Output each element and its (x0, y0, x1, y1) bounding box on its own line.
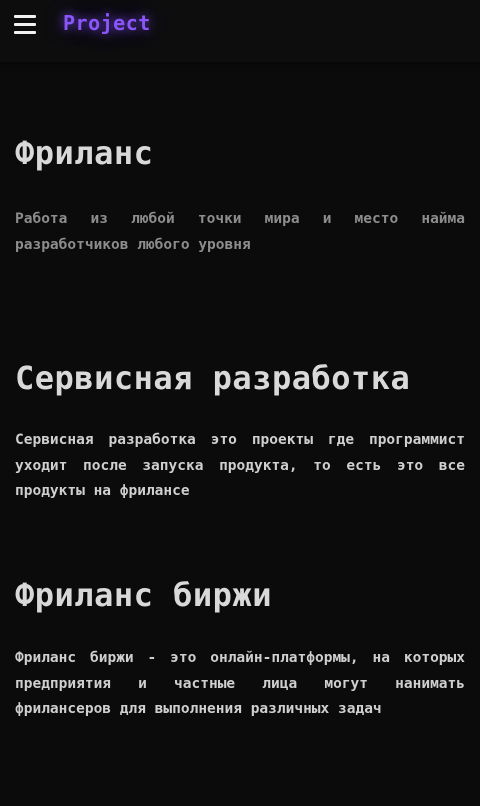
section-text: Фриланс биржи - это онлайн-платформы, на… (15, 650, 465, 717)
section-title: Фриланс биржи (15, 576, 272, 614)
section-title: Сервисная разработка (15, 359, 411, 397)
brand-logo-text[interactable]: Project (63, 11, 151, 35)
menu-bar-line (14, 23, 36, 26)
menu-bar-line (14, 31, 36, 34)
section-text: Сервисная разработка это проекты где про… (15, 432, 465, 499)
section-service-development: Сервисная разработка Сервисная разработк… (15, 359, 465, 505)
section-freelance: Фриланс Работа из любой точки мира и мес… (15, 134, 465, 258)
menu-bar-line (14, 15, 36, 18)
section-title: Фриланс (15, 134, 154, 172)
hamburger-menu-icon[interactable] (14, 14, 36, 34)
top-navbar: Project (0, 0, 480, 62)
section-freelance-exchanges: Фриланс биржи Фриланс биржи - это онлайн… (15, 576, 465, 723)
section-text: Работа из любой точки мира и место найма… (15, 211, 465, 253)
